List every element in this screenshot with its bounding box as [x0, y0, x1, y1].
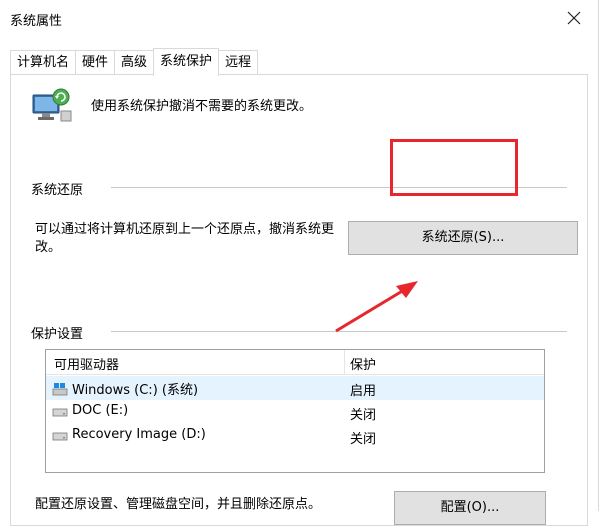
drive-cell: Recovery Image (D:) [52, 427, 206, 442]
close-icon [567, 11, 581, 25]
restore-description: 可以通过将计算机还原到上一个还原点，撤消系统更改。 [35, 222, 335, 255]
drive-cell: DOC (E:) [52, 403, 128, 418]
drive-icon [52, 408, 68, 416]
drive-name: DOC (E:) [72, 403, 129, 418]
drive-row-e[interactable]: DOC (E:) 关闭 [46, 400, 544, 424]
drive-status: 启用 [350, 384, 377, 399]
restore-section-heading: 系统还原 [31, 179, 84, 198]
drive-row-d[interactable]: Recovery Image (D:) 关闭 [46, 424, 544, 448]
tab-strip: 计算机名 硬件 高级 系统保护 远程 [10, 48, 259, 76]
column-header-drives[interactable]: 可用驱动器 [54, 354, 119, 373]
configure-button[interactable]: 配置(O)... [394, 491, 546, 525]
drive-name: Recovery Image (D:) [72, 427, 206, 442]
intro-text: 使用系统保护撤消不需要的系统更改。 [91, 99, 313, 114]
windows-drive-icon [52, 382, 68, 395]
config-description: 配置还原设置、管理磁盘空间，并且删除还原点。 [35, 497, 322, 512]
drive-name: Windows (C:) (系统) [72, 383, 199, 398]
restore-section-divider [111, 187, 567, 188]
window-title: 系统属性 [10, 14, 63, 29]
close-button[interactable] [562, 6, 586, 30]
column-divider[interactable] [344, 350, 345, 374]
protection-section-divider [111, 331, 567, 332]
drive-cell: Windows (C:) (系统) [52, 379, 198, 398]
column-header-protection[interactable]: 保护 [350, 354, 376, 373]
system-protection-icon [32, 88, 72, 122]
protection-section-heading: 保护设置 [31, 323, 84, 342]
tab-computer-name[interactable]: 计算机名 [10, 50, 77, 75]
system-protection-panel: 使用系统保护撤消不需要的系统更改。 系统还原 可以通过将计算机还原到上一个还原点… [10, 74, 588, 526]
drive-status: 关闭 [350, 408, 377, 423]
tab-advanced[interactable]: 高级 [114, 50, 155, 75]
tab-remote[interactable]: 远程 [218, 50, 259, 75]
tab-hardware[interactable]: 硬件 [75, 50, 116, 75]
system-properties-window: 系统属性 计算机名 硬件 高级 系统保护 远程 使用系统保护撤消不需要的系统更改… [0, 0, 599, 526]
title-bar: 系统属性 [0, 0, 598, 38]
tab-system-protection[interactable]: 系统保护 [153, 48, 220, 76]
drive-icon [52, 432, 68, 440]
drive-list-header: 可用驱动器 保护 [46, 350, 544, 375]
drive-list[interactable]: 可用驱动器 保护 Windows (C:) (系统) 启用 DOC (E:) 关… [45, 349, 545, 473]
system-restore-button[interactable]: 系统还原(S)... [348, 221, 578, 255]
drive-status: 关闭 [350, 432, 377, 447]
drive-row-c[interactable]: Windows (C:) (系统) 启用 [46, 376, 544, 400]
